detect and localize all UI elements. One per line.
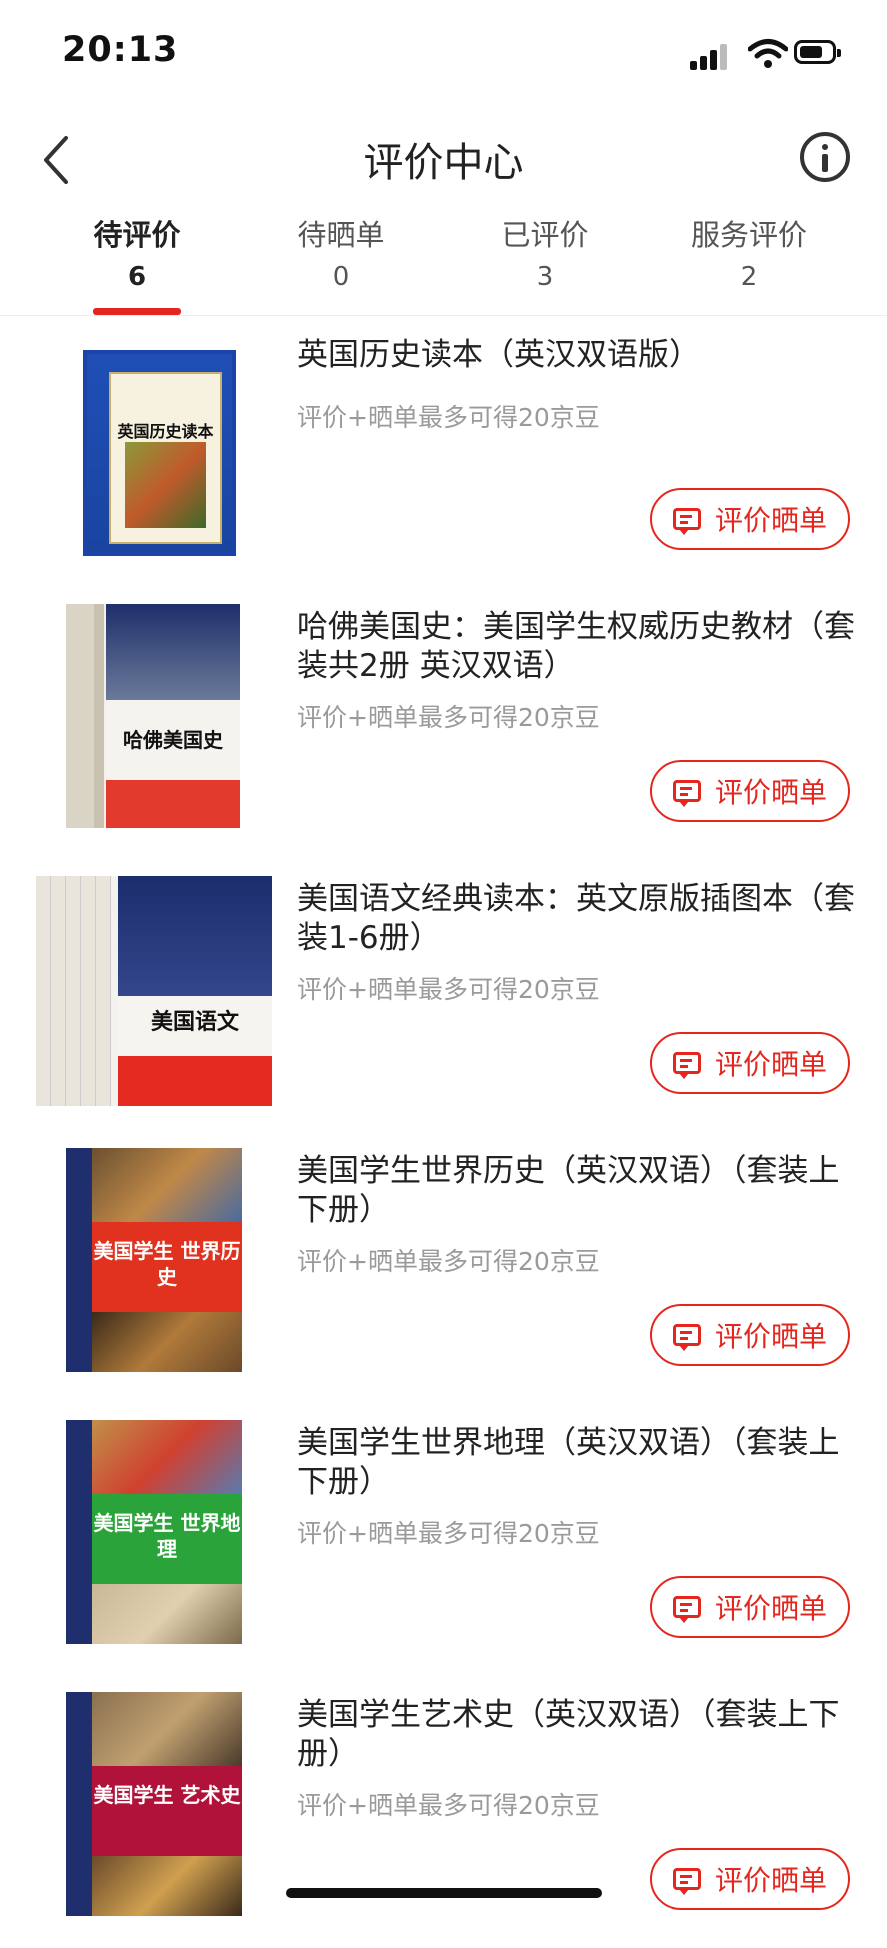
review-tabs: 待评价 6 待晒单 0 已评价 3 服务评价 2 xyxy=(0,210,887,316)
product-title[interactable]: 英国历史读本（英汉双语版） xyxy=(297,336,857,375)
reward-hint: 评价+晒单最多可得20京豆 xyxy=(297,1791,600,1820)
tab-service-review[interactable]: 服务评价 2 xyxy=(644,210,854,292)
review-button[interactable]: 评价晒单 xyxy=(650,1032,850,1094)
review-button[interactable]: 评价晒单 xyxy=(650,760,850,822)
tab-count: 2 xyxy=(740,262,758,292)
product-title[interactable]: 美国学生艺术史（英汉双语）（套装上下册） xyxy=(297,1696,857,1774)
review-button-label: 评价晒单 xyxy=(714,1864,827,1897)
reward-hint: 评价+晒单最多可得20京豆 xyxy=(297,1247,600,1276)
product-title[interactable]: 美国学生世界地理（英汉双语）（套装上下册） xyxy=(297,1424,857,1502)
tab-label: 服务评价 xyxy=(690,218,807,252)
reward-hint: 评价+晒单最多可得20京豆 xyxy=(297,975,600,1004)
tab-label: 待评价 xyxy=(93,218,181,252)
list-item: 美国语文 美国语文经典读本：英文原版插图本（套装1-6册） 评价+晒单最多可得2… xyxy=(0,860,887,1132)
review-button[interactable]: 评价晒单 xyxy=(650,1848,850,1910)
reward-hint: 评价+晒单最多可得20京豆 xyxy=(297,703,600,732)
product-image[interactable]: 美国学生 世界地理 xyxy=(66,1420,242,1644)
product-image[interactable]: 美国学生 世界历史 xyxy=(66,1148,242,1372)
home-indicator xyxy=(286,1888,602,1898)
review-button-label: 评价晒单 xyxy=(714,776,827,809)
list-item: 美国学生 世界地理 美国学生世界地理（英汉双语）（套装上下册） 评价+晒单最多可… xyxy=(0,1404,887,1676)
reward-hint: 评价+晒单最多可得20京豆 xyxy=(297,403,600,432)
status-time: 20:13 xyxy=(62,30,179,70)
list-item: 英国历史读本 英国历史读本（英汉双语版） 评价+晒单最多可得20京豆 评价晒单 xyxy=(0,316,887,588)
product-image[interactable]: 英国历史读本 xyxy=(83,350,236,556)
review-button-label: 评价晒单 xyxy=(714,1320,827,1353)
cover-title: 美国语文 xyxy=(150,1010,239,1035)
comment-icon xyxy=(672,1868,701,1895)
tab-pending-photo[interactable]: 待晒单 0 xyxy=(236,210,446,292)
info-icon[interactable] xyxy=(800,132,850,182)
list-item: 哈佛美国史 哈佛美国史：美国学生权威历史教材（套装共2册 英汉双语） 评价+晒单… xyxy=(0,588,887,860)
product-title[interactable]: 美国学生世界历史（英汉双语）（套装上下册） xyxy=(297,1152,857,1230)
tab-label: 待晒单 xyxy=(297,218,385,252)
tab-reviewed[interactable]: 已评价 3 xyxy=(440,210,650,292)
comment-icon xyxy=(672,508,701,535)
comment-icon xyxy=(672,780,701,807)
nav-bar: 评价中心 xyxy=(0,110,887,210)
cover-title: 美国学生 世界地理 xyxy=(93,1511,241,1561)
review-button-label: 评价晒单 xyxy=(714,1048,827,1081)
cover-title: 美国学生 艺术史 xyxy=(93,1783,241,1807)
tab-count: 0 xyxy=(332,262,350,292)
active-tab-indicator xyxy=(93,308,181,315)
tab-pending-review[interactable]: 待评价 6 xyxy=(32,210,242,292)
product-title[interactable]: 美国语文经典读本：英文原版插图本（套装1-6册） xyxy=(297,880,857,958)
comment-icon xyxy=(672,1324,701,1351)
battery-icon xyxy=(794,40,841,64)
tab-label: 已评价 xyxy=(501,218,589,252)
tab-count: 3 xyxy=(536,262,554,292)
review-button[interactable]: 评价晒单 xyxy=(650,1304,850,1366)
comment-icon xyxy=(672,1596,701,1623)
product-title[interactable]: 哈佛美国史：美国学生权威历史教材（套装共2册 英汉双语） xyxy=(297,608,857,686)
list-item: 美国学生 世界历史 美国学生世界历史（英汉双语）（套装上下册） 评价+晒单最多可… xyxy=(0,1132,887,1404)
cover-title: 哈佛美国史 xyxy=(123,728,223,752)
tab-count: 6 xyxy=(127,262,147,292)
wifi-icon xyxy=(748,39,788,68)
review-button[interactable]: 评价晒单 xyxy=(650,1576,850,1638)
comment-icon xyxy=(672,1052,701,1079)
status-bar: 20:13 xyxy=(0,0,887,110)
cover-title: 英国历史读本 xyxy=(117,422,214,441)
product-image[interactable]: 美国语文 xyxy=(36,876,272,1106)
reward-hint: 评价+晒单最多可得20京豆 xyxy=(297,1519,600,1548)
list-item: 美国学生 艺术史 美国学生艺术史（英汉双语）（套装上下册） 评价+晒单最多可得2… xyxy=(0,1676,887,1948)
product-image[interactable]: 哈佛美国史 xyxy=(66,604,240,828)
cover-title: 美国学生 世界历史 xyxy=(93,1239,241,1289)
cellular-signal-icon xyxy=(690,42,736,70)
page-title: 评价中心 xyxy=(363,140,524,186)
product-image[interactable]: 美国学生 艺术史 xyxy=(66,1692,242,1916)
review-button-label: 评价晒单 xyxy=(714,1592,827,1625)
review-button[interactable]: 评价晒单 xyxy=(650,488,850,550)
review-button-label: 评价晒单 xyxy=(714,504,827,537)
